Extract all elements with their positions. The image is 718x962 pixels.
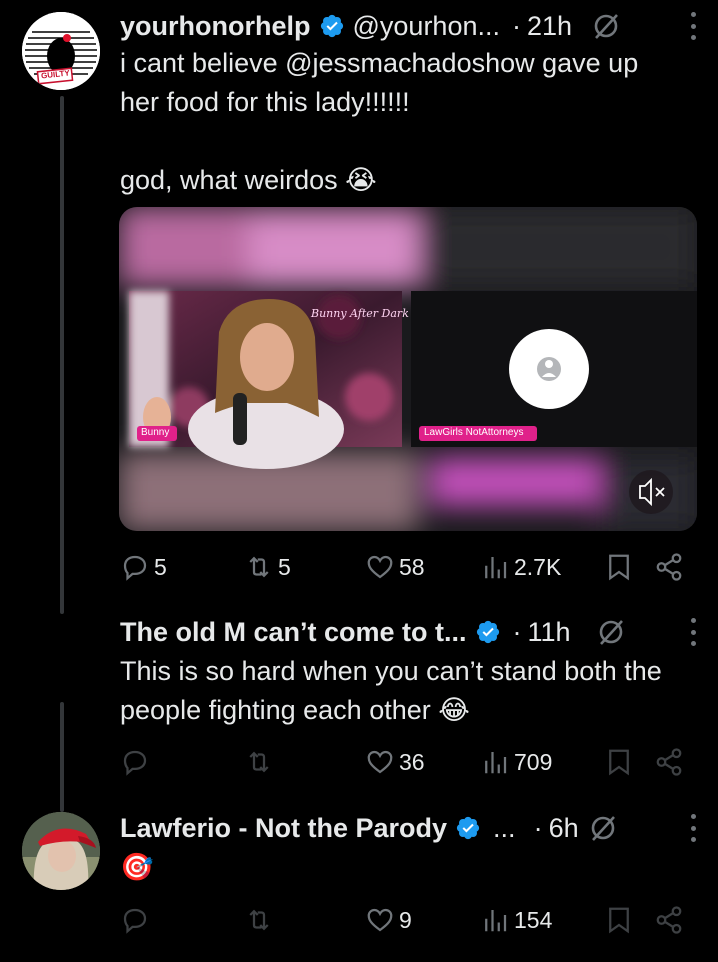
repost-icon <box>249 556 269 578</box>
action-bar: 5 5 58 2.7K <box>120 547 690 587</box>
heart-icon <box>367 555 393 579</box>
view-count: 2.7K <box>514 553 562 580</box>
tweet-1[interactable]: GUILTY yourhonorhelp @yourhon... · 21h i… <box>0 0 718 614</box>
tweet-header: The old M can’t come to t... · 11h <box>120 612 698 652</box>
bookmark-button[interactable] <box>604 552 634 582</box>
share-button[interactable] <box>654 552 684 582</box>
heart-icon <box>367 750 393 774</box>
tweet-2[interactable]: The old M can’t come to t... · 11h This … <box>0 610 718 812</box>
reply-icon <box>123 750 147 776</box>
like-count: 58 <box>399 553 425 580</box>
like-button[interactable]: 58 <box>365 552 425 582</box>
repost-count: 5 <box>278 553 291 580</box>
reply-button[interactable]: 5 <box>120 552 167 582</box>
share-button[interactable] <box>654 905 684 935</box>
tweet-text: i cant believe @jessmachadoshow gave up … <box>120 48 639 195</box>
separator-dot: · <box>512 616 522 647</box>
repost-button[interactable] <box>244 747 278 777</box>
author-name[interactable]: yourhonorhelp <box>120 11 311 42</box>
verified-badge-icon <box>476 620 499 644</box>
bookmark-icon <box>609 749 629 776</box>
like-count: 36 <box>399 748 425 775</box>
repost-icon <box>249 751 269 773</box>
analytics-icon <box>485 752 507 774</box>
share-icon <box>656 553 682 581</box>
avatar[interactable]: GUILTY <box>22 12 100 90</box>
view-count: 709 <box>514 748 553 775</box>
separator-dot: · <box>533 812 543 843</box>
views-button[interactable]: 709 <box>480 747 552 777</box>
like-button[interactable]: 9 <box>365 905 412 935</box>
action-bar: 9 154 <box>120 900 690 940</box>
separator-dot: · <box>512 10 521 41</box>
bookmark-button[interactable] <box>604 905 634 935</box>
tweet-3[interactable]: Lawferio - Not the Parody ... · 6h 🎯 9 1… <box>0 800 718 962</box>
more-options-icon[interactable] <box>688 814 698 842</box>
view-count: 154 <box>514 906 553 933</box>
avatar[interactable] <box>22 812 100 890</box>
repost-icon <box>249 909 269 931</box>
heart-icon <box>367 908 393 932</box>
more-options-icon[interactable] <box>688 618 698 646</box>
grok-icon[interactable] <box>589 814 617 842</box>
author-handle[interactable]: @yourhon... <box>353 11 501 42</box>
author-name[interactable]: Lawferio - Not the Parody <box>120 813 447 844</box>
reply-icon <box>123 908 147 934</box>
tweet-header: yourhonorhelp @yourhon... · 21h <box>120 6 698 46</box>
repost-button[interactable] <box>244 905 278 935</box>
author-handle[interactable]: ... <box>493 813 516 844</box>
timestamp[interactable]: 21h <box>527 11 572 42</box>
reply-button[interactable] <box>120 905 154 935</box>
verified-badge-icon <box>456 816 480 840</box>
reply-count: 5 <box>154 553 167 580</box>
share-icon <box>656 748 682 776</box>
author-name[interactable]: The old M can’t come to t... <box>120 617 467 648</box>
views-button[interactable]: 2.7K <box>480 552 561 582</box>
thread-line <box>60 96 64 614</box>
video-frame: Bunny After Dark <box>119 207 697 531</box>
timestamp[interactable]: 6h <box>549 813 579 844</box>
profile-photo <box>22 812 100 890</box>
bookmark-icon <box>609 907 629 934</box>
share-button[interactable] <box>654 747 684 777</box>
left-participant-tag: Bunny <box>141 427 170 438</box>
analytics-icon <box>485 910 507 932</box>
action-bar: 36 709 <box>120 742 690 782</box>
verified-badge-icon <box>320 14 343 38</box>
reply-button[interactable] <box>120 747 154 777</box>
share-icon <box>656 906 682 934</box>
repost-button[interactable]: 5 <box>244 552 291 582</box>
tweet-text: 🎯 <box>120 852 154 882</box>
bookmark-button[interactable] <box>604 747 634 777</box>
right-participant-tag: LawGirls NotAttorneys <box>424 427 524 438</box>
like-count: 9 <box>399 906 412 933</box>
grok-icon[interactable] <box>592 12 620 40</box>
tweet-text: This is so hard when you can’t stand bot… <box>120 656 662 725</box>
video-player[interactable]: Bunny After Dark Bunny LawGirls NotAttor… <box>119 207 697 531</box>
timestamp[interactable]: 11h <box>528 617 571 648</box>
neon-sign-text: Bunny After Dark <box>310 307 409 320</box>
more-options-icon[interactable] <box>688 12 698 40</box>
analytics-icon <box>485 557 507 579</box>
tweet-header: Lawferio - Not the Parody ... · 6h <box>120 808 698 848</box>
thread-line <box>60 702 64 812</box>
mute-button[interactable] <box>629 470 673 514</box>
grok-icon[interactable] <box>597 618 625 646</box>
views-button[interactable]: 154 <box>480 905 552 935</box>
reply-icon <box>123 555 147 581</box>
like-button[interactable]: 36 <box>365 747 425 777</box>
bookmark-icon <box>609 554 629 581</box>
